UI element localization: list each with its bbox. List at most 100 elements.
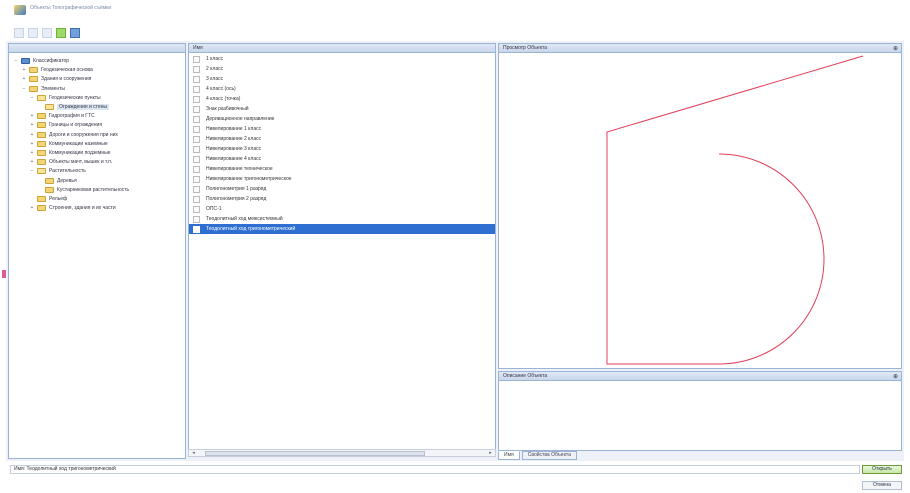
preview-canvas [606,55,864,365]
collapse-icon[interactable]: − [21,86,27,92]
tree-item[interactable]: Кустарниковая растительность [37,186,129,194]
list-item-label: Нивелирование тригонометрическое [206,176,292,182]
expand-icon[interactable]: + [29,141,35,147]
open-button[interactable]: Открыть [862,465,902,474]
list-item-label: 4 класс (ось) [206,86,236,92]
grid-icon[interactable] [70,28,80,38]
tab-object-properties[interactable]: Свойства Объекта [521,451,577,460]
tree-item[interactable]: + Дороги и сооружения при них [29,131,118,139]
folder-icon [37,94,46,101]
tab-name[interactable]: Имя [498,451,520,460]
symbol-icon [193,185,200,193]
tree-item[interactable]: Деревья [37,177,77,185]
list-item[interactable]: Теодолитный ход тригонометрический [189,224,495,234]
arrow-icon[interactable] [42,28,52,38]
object-list: Имя 1 класс 2 класс 3 класс 4 класс (ось) 4 … [188,43,496,455]
scroll-right-arrow-icon[interactable]: ▸ [487,450,494,456]
collapse-icon[interactable]: − [13,58,19,64]
list-item[interactable]: Полигонометрия 1 разряд [189,184,495,194]
symbol-icon [193,55,200,63]
tree-item-label: Гидрография и ГТС [49,113,95,120]
tree-item[interactable]: + Геодезическая основа [21,66,93,74]
tree-item[interactable]: − Элементы [21,85,65,93]
window-titlebar: Объекты Топографической съёмки [6,1,904,25]
tree-item[interactable]: + Строения, здания и их части [29,204,116,212]
view-icon[interactable] [28,28,38,38]
pin-icon[interactable]: ⊕ [893,45,898,52]
list-item-label: ОПС-1 [206,206,222,212]
tree-item[interactable]: Ограждения и стены [37,103,110,111]
folder-icon [45,186,54,193]
expand-icon[interactable]: + [29,205,35,211]
list-item[interactable]: Полигонометрия 2 разряд [189,194,495,204]
list-item-label: 2 класс [206,66,224,72]
expand-icon[interactable]: + [29,132,35,138]
folder-icon [45,104,54,110]
tree-item[interactable]: − Геодезические пункты [29,94,101,102]
list-item[interactable]: Нивелирование тригонометрическое [189,174,495,184]
list-item-label: Нивелирование техническое [206,166,273,172]
tree-item-label: Строения, здания и их части [49,205,116,212]
pin-icon[interactable]: ⊕ [893,373,898,380]
list-item[interactable]: 3 класс [189,74,495,84]
tree-item-label: Ограждения и стены [57,104,110,110]
preview-header: Просмотр Объекта [499,44,901,53]
collapse-icon[interactable]: − [29,168,35,174]
collapse-icon[interactable]: − [29,95,35,101]
list-item[interactable]: Нивелирование 2 класс [189,134,495,144]
preview-outline-shape [606,55,864,365]
symbol-icon [193,125,200,133]
tree-item[interactable]: + Объекты мачт, вышек и т.п. [29,158,112,166]
color-grid-icon[interactable] [56,28,66,38]
expand-icon[interactable]: + [21,76,27,82]
list-item[interactable]: ОПС-1 [189,204,495,214]
expand-icon[interactable]: + [29,150,35,156]
symbol-icon [193,75,200,83]
symbol-icon [193,105,200,113]
list-item-label: Знак разбивочный [206,106,249,112]
list-header: Имя [189,44,495,53]
folder-icon [37,131,46,138]
tree-item[interactable]: + Коммуникации наземные [29,140,108,148]
selected-name-field[interactable]: Имя: Теодолитный ход тригонометрический [10,465,860,474]
tree-item[interactable]: + Здания и сооружения [21,75,91,83]
symbol-icon [193,115,200,123]
list-item[interactable]: Знак разбивочный [189,104,495,114]
expand-icon[interactable]: + [29,159,35,165]
tree-item[interactable]: − Растительность [29,167,86,175]
scroll-thumb[interactable] [205,451,425,456]
list-horizontal-scrollbar[interactable]: ◂ ▸ [188,449,496,457]
tree-item[interactable]: Рельеф [29,195,67,203]
list-item-label: Полигонометрия 2 разряд [206,196,267,202]
tree-item-label: Объекты мачт, вышек и т.п. [49,159,113,166]
open-icon[interactable] [14,28,24,38]
toolbar [6,25,904,41]
tree-item[interactable]: + Границы и ограждения [29,121,102,129]
tree-item-label: Деревья [57,177,77,184]
object-preview-panel: Просмотр Объекта ⊕ [498,43,902,369]
folder-icon [37,140,46,147]
list-item[interactable]: Теодолитный ход межсистемный [189,214,495,224]
scroll-left-arrow-icon[interactable]: ◂ [190,450,197,456]
list-item[interactable]: Нивелирование 1 класс [189,124,495,134]
tree-item[interactable]: − Классификатор [13,57,69,65]
symbol-icon [193,155,200,163]
cancel-button[interactable]: Отмена [862,481,902,490]
list-item[interactable]: Нивелирование 4 класс [189,154,495,164]
expand-icon[interactable]: + [21,67,27,73]
list-item[interactable]: 2 класс [189,64,495,74]
list-item[interactable]: Нивелирование техническое [189,164,495,174]
expand-icon[interactable]: + [29,113,35,119]
folder-icon [37,205,46,212]
tree-item[interactable]: + Гидрография и ГТС [29,112,95,120]
list-item[interactable]: 1 класс [189,54,495,64]
list-item[interactable]: 4 класс (точка) [189,94,495,104]
tree-item[interactable]: + Коммуникации подземные [29,149,110,157]
list-item[interactable]: Деривационное направление [189,114,495,124]
list-item[interactable]: 4 класс (ось) [189,84,495,94]
expand-icon[interactable]: + [29,122,35,128]
list-item[interactable]: Нивелирование 3 класс [189,144,495,154]
list-item-label: Полигонометрия 1 разряд [206,186,267,192]
